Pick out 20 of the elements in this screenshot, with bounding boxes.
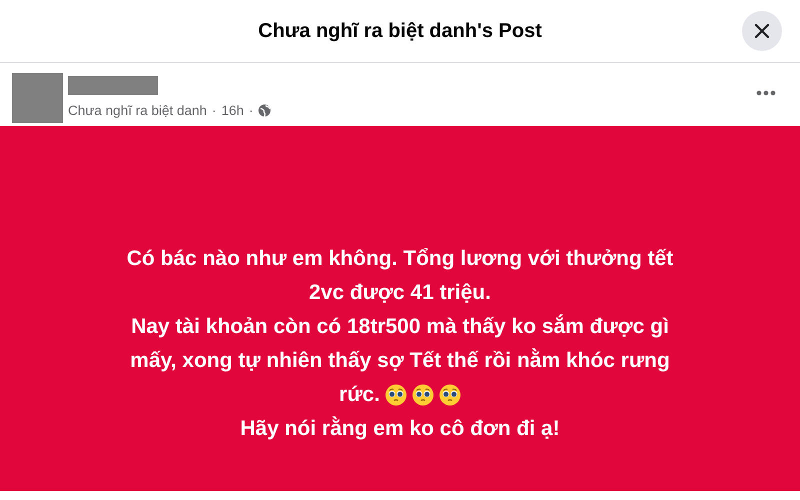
- close-icon: [754, 23, 770, 39]
- avatar-placeholder: [12, 73, 63, 123]
- pleading-face-icon: [438, 384, 461, 406]
- post-text-line: Hãy nói rằng em ko cô đơn đi ạ!: [240, 415, 560, 442]
- pleading-face-icon: [412, 384, 434, 406]
- post-text-line: 2vc được 41 triệu.: [309, 280, 491, 306]
- post-text-line: rức.: [339, 382, 380, 408]
- more-icon: [756, 90, 776, 96]
- globe-icon: [258, 104, 272, 117]
- author-name-text: Chưa nghĩ ra biệt danh: [68, 103, 207, 118]
- close-button[interactable]: [742, 11, 782, 51]
- post-text-line: Có bác nào như em không. Tổng lương với thưởng tết: [126, 246, 674, 272]
- pleading-face-icon: [384, 384, 407, 406]
- post-text-line: mấy, xong tự nhiên thấy sợ Tết thế rồi nằm khóc rưng: [130, 347, 670, 374]
- more-options-button[interactable]: [756, 90, 776, 96]
- separator-dot: ·: [248, 103, 254, 118]
- post-time: 16h: [221, 103, 244, 118]
- post-text-line: Nay tài khoản còn có 18tr500 mà thấy ko sắm được gì: [131, 313, 669, 340]
- separator-dot: ·: [212, 103, 216, 118]
- dialog-title: Chưa nghĩ ra biệt danh's Post: [258, 20, 542, 42]
